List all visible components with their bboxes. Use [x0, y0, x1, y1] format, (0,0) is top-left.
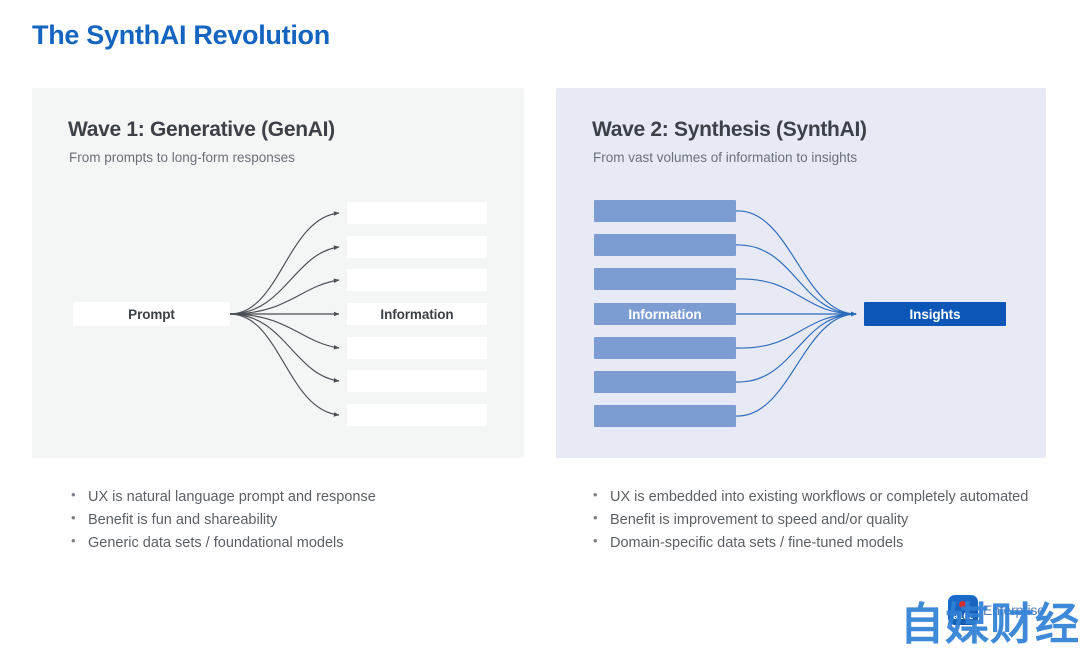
logo-mark-text: a16z: [953, 611, 973, 622]
list-item: Domain-specific data sets / fine-tuned m…: [592, 531, 1032, 554]
wave1-bar-5: [347, 337, 487, 359]
wave2-bar-7: [594, 405, 736, 427]
wave2-insights-label: Insights: [909, 306, 961, 322]
list-item: Generic data sets / foundational models: [70, 531, 490, 554]
page-title: The SynthAI Revolution: [32, 20, 330, 50]
wave2-bar-5: [594, 337, 736, 359]
list-item: UX is natural language prompt and respon…: [70, 485, 490, 508]
list-item: Benefit is fun and shareability: [70, 508, 490, 531]
wave2-bar-information: Information: [594, 303, 736, 325]
wave2-information-label: Information: [628, 306, 702, 322]
wave2-bar-3: [594, 268, 736, 290]
wave1-bar-3: [347, 269, 487, 291]
wave1-bullet-list: UX is natural language prompt and respon…: [70, 485, 490, 555]
wave1-prompt-node: Prompt: [73, 302, 230, 326]
wave2-bar-2: [594, 234, 736, 256]
wave2-bar-6: [594, 371, 736, 393]
panel-wave1: Wave 1: Generative (GenAI) From prompts …: [32, 88, 524, 458]
list-item: UX is embedded into existing workflows o…: [592, 485, 1032, 508]
list-item: Benefit is improvement to speed and/or q…: [592, 508, 1032, 531]
wave2-bullet-list: UX is embedded into existing workflows o…: [592, 485, 1032, 555]
logo-dot-icon: [959, 601, 966, 608]
wave2-bar-1: [594, 200, 736, 222]
wave1-diagram: Information Prompt: [32, 88, 524, 458]
panel-wave2: Wave 2: Synthesis (SynthAI) From vast vo…: [556, 88, 1046, 458]
wave1-bar-6: [347, 370, 487, 392]
wave1-bar-7: [347, 404, 487, 426]
wave1-bar-information: Information: [347, 303, 487, 325]
a16z-enterprise-logo: a16z Enterprise: [948, 595, 1045, 625]
wave1-prompt-label: Prompt: [128, 306, 175, 322]
wave1-bar-2: [347, 236, 487, 258]
slide-canvas: The SynthAI Revolution Wave 1: Generativ…: [0, 0, 1080, 660]
wave1-bar-1: [347, 202, 487, 224]
wave1-information-label: Information: [380, 306, 454, 322]
wave2-diagram: Information Insights: [556, 88, 1046, 458]
logo-wordmark: Enterprise: [983, 602, 1045, 618]
wave2-insights-node: Insights: [864, 302, 1006, 326]
a16z-mark-icon: a16z: [948, 595, 978, 625]
